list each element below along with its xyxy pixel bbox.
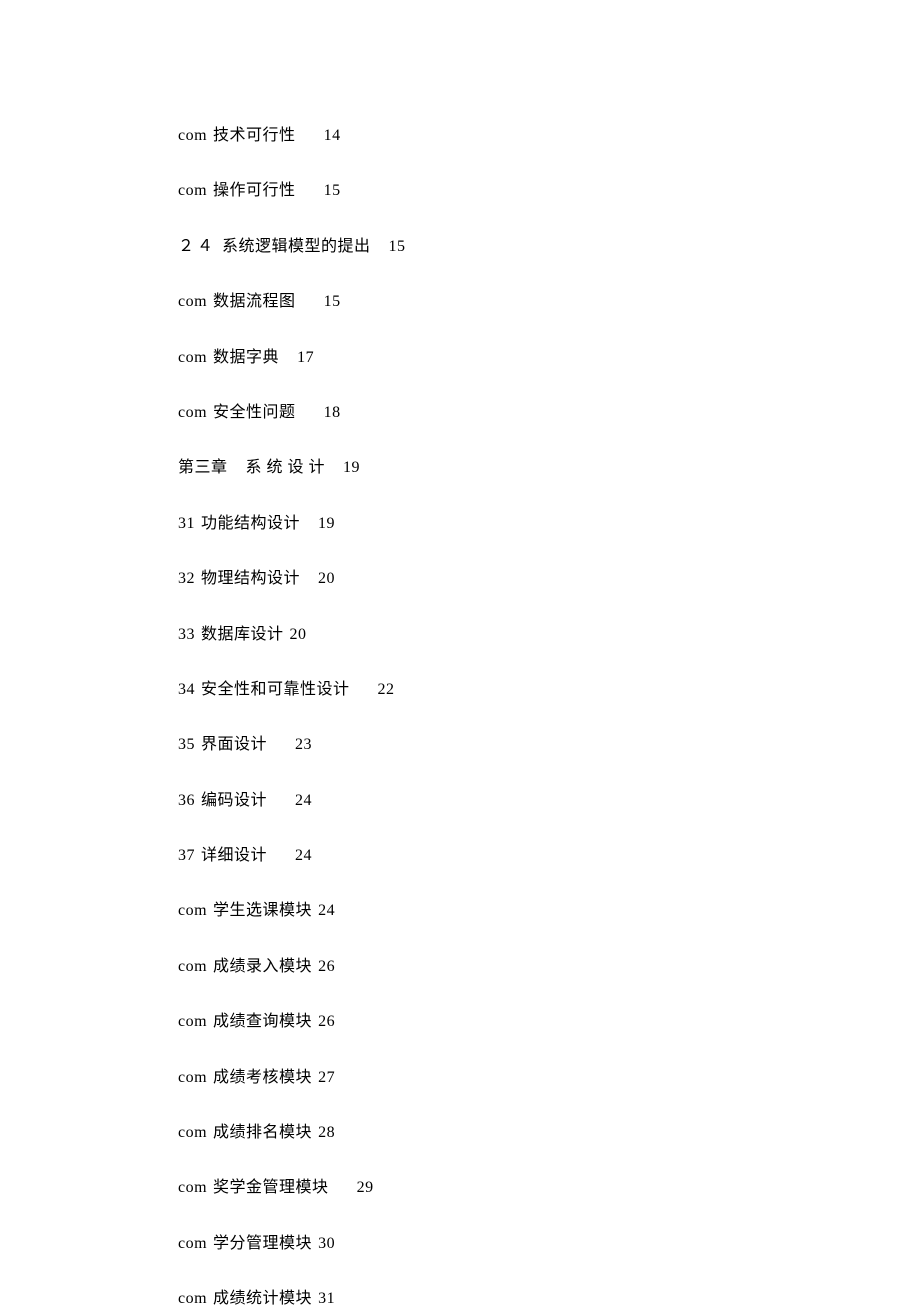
toc-title: 成绩考核模块 (213, 1069, 312, 1086)
toc-title: 学生选课模块 (213, 902, 312, 919)
toc-title: 成绩排名模块 (213, 1124, 312, 1141)
toc-prefix: 35 (178, 736, 195, 753)
toc-entry: com 技术可行性 14 (178, 125, 820, 147)
toc-title: 奖学金管理模块 (213, 1179, 329, 1196)
toc-page-number: 24 (295, 792, 312, 809)
toc-entry: com 安全性问题 18 (178, 402, 820, 424)
toc-entry: com 成绩排名模块 28 (178, 1122, 820, 1144)
toc-title: 系统逻辑模型的提出 (222, 238, 371, 255)
toc-page-number: 14 (324, 127, 341, 144)
toc-prefix: 第三章 (178, 459, 228, 476)
toc-page-number: 29 (357, 1179, 374, 1196)
toc-title: 详细设计 (201, 847, 267, 864)
toc-prefix: com (178, 404, 207, 421)
toc-entry: 第三章 系 统 设 计 19 (178, 457, 820, 479)
toc-entry: com 操作可行性 15 (178, 180, 820, 202)
toc-title: 成绩查询模块 (213, 1013, 312, 1030)
toc-prefix: 36 (178, 792, 195, 809)
toc-prefix: com (178, 958, 207, 975)
toc-prefix: com (178, 1069, 207, 1086)
toc-entry: 37 详细设计 24 (178, 845, 820, 867)
toc-page-number: 15 (389, 238, 406, 255)
toc-title: 操作可行性 (213, 182, 296, 199)
toc-entry: ２４ 系统逻辑模型的提出 15 (178, 236, 820, 258)
toc-page-number: 26 (318, 958, 335, 975)
toc-entry: 31 功能结构设计 19 (178, 513, 820, 535)
toc-prefix: ２４ (178, 238, 216, 255)
toc-entry: com 数据流程图 15 (178, 291, 820, 313)
toc-entry: com 数据字典 17 (178, 347, 820, 369)
toc-prefix: com (178, 902, 207, 919)
document-page: com 技术可行性 14 com 操作可行性 15 ２４ 系统逻辑模型的提出 15 com 数据流程… (0, 0, 920, 1311)
toc-title: 成绩录入模块 (213, 958, 312, 975)
toc-prefix: 31 (178, 515, 195, 532)
toc-prefix: com (178, 1290, 207, 1307)
toc-prefix: com (178, 1124, 207, 1141)
toc-entry: com 成绩考核模块 27 (178, 1067, 820, 1089)
toc-page-number: 22 (378, 681, 395, 698)
toc-title: 数据字典 (213, 349, 279, 366)
toc-page-number: 24 (295, 847, 312, 864)
toc-page-number: 18 (324, 404, 341, 421)
toc-entry: 32 物理结构设计 20 (178, 568, 820, 590)
toc-entry: 34 安全性和可靠性设计 22 (178, 679, 820, 701)
toc-page-number: 24 (318, 902, 335, 919)
toc-page-number: 23 (295, 736, 312, 753)
toc-title: 学分管理模块 (213, 1235, 312, 1252)
toc-prefix: com (178, 293, 207, 310)
toc-title: 功能结构设计 (201, 515, 300, 532)
toc-entry: com 成绩查询模块 26 (178, 1011, 820, 1033)
table-of-contents: com 技术可行性 14 com 操作可行性 15 ２４ 系统逻辑模型的提出 15 com 数据流程… (178, 125, 820, 1311)
toc-title: 界面设计 (201, 736, 267, 753)
toc-title: 物理结构设计 (201, 570, 300, 587)
toc-entry: com 学生选课模块 24 (178, 900, 820, 922)
toc-title: 编码设计 (201, 792, 267, 809)
toc-title: 数据流程图 (213, 293, 296, 310)
toc-prefix: com (178, 349, 207, 366)
toc-entry: 33 数据库设计 20 (178, 624, 820, 646)
toc-title: 安全性问题 (213, 404, 296, 421)
toc-title: 技术可行性 (213, 127, 296, 144)
toc-prefix: 34 (178, 681, 195, 698)
toc-page-number: 27 (318, 1069, 335, 1086)
toc-prefix: com (178, 1013, 207, 1030)
toc-page-number: 19 (343, 459, 360, 476)
toc-page-number: 30 (318, 1235, 335, 1252)
toc-page-number: 17 (297, 349, 314, 366)
toc-prefix: 37 (178, 847, 195, 864)
toc-page-number: 26 (318, 1013, 335, 1030)
toc-prefix: 33 (178, 626, 195, 643)
toc-title: 安全性和可靠性设计 (201, 681, 350, 698)
toc-title: 系 统 设 计 (246, 459, 326, 476)
toc-page-number: 28 (318, 1124, 335, 1141)
toc-page-number: 15 (324, 293, 341, 310)
toc-prefix: com (178, 127, 207, 144)
toc-page-number: 15 (324, 182, 341, 199)
toc-title: 数据库设计 (201, 626, 284, 643)
toc-entry: 35 界面设计 23 (178, 734, 820, 756)
toc-prefix: com (178, 182, 207, 199)
toc-prefix: com (178, 1235, 207, 1252)
toc-entry: com 奖学金管理模块 29 (178, 1177, 820, 1199)
toc-prefix: com (178, 1179, 207, 1196)
toc-page-number: 19 (318, 515, 335, 532)
toc-entry: com 学分管理模块 30 (178, 1233, 820, 1255)
toc-title: 成绩统计模块 (213, 1290, 312, 1307)
toc-page-number: 31 (318, 1290, 335, 1307)
toc-entry: com 成绩录入模块 26 (178, 956, 820, 978)
toc-page-number: 20 (290, 626, 307, 643)
toc-entry: com 成绩统计模块 31 (178, 1288, 820, 1310)
toc-prefix: 32 (178, 570, 195, 587)
toc-entry: 36 编码设计 24 (178, 790, 820, 812)
toc-page-number: 20 (318, 570, 335, 587)
